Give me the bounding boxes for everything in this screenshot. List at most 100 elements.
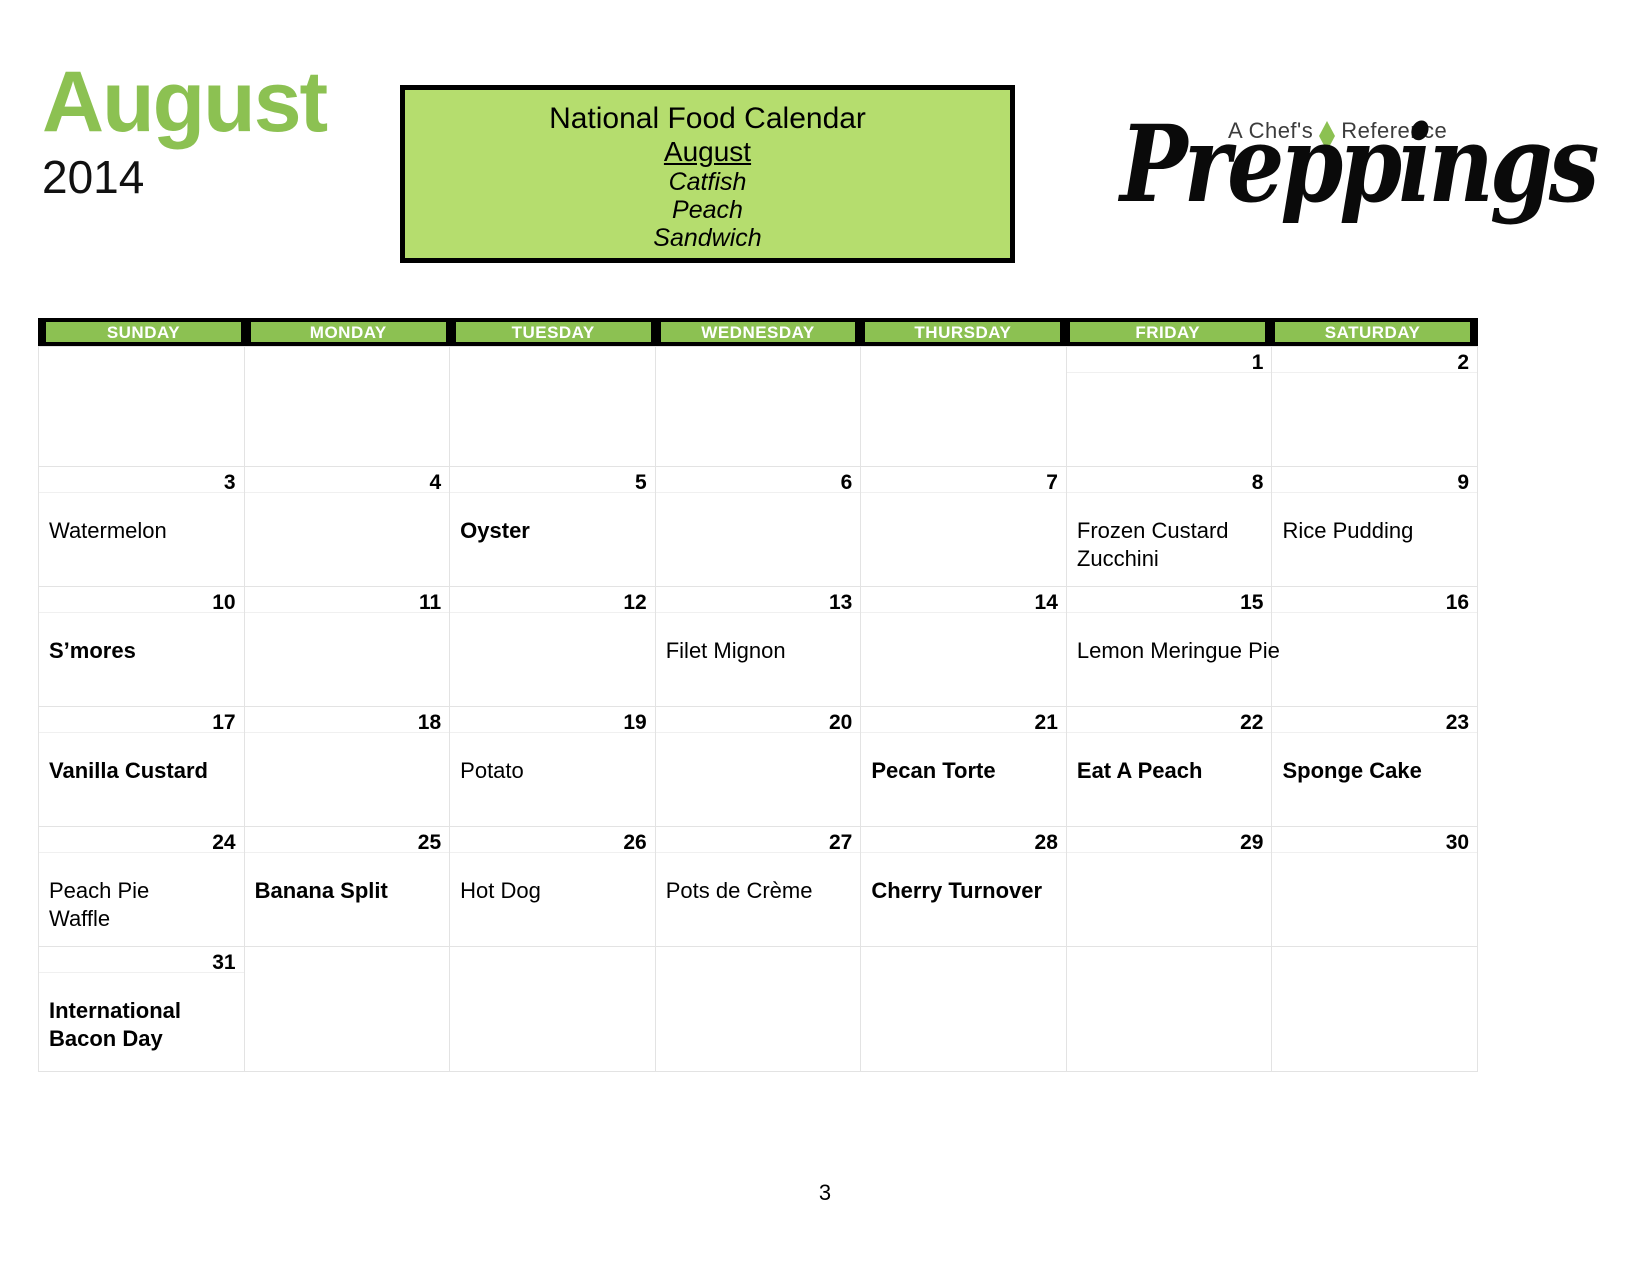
- day-cell-empty[interactable]: [450, 347, 656, 467]
- event-label: Eat A Peach: [1076, 758, 1203, 783]
- day-cell-empty[interactable]: [1066, 947, 1273, 1072]
- event-label: Banana Split: [254, 878, 388, 903]
- day-number: 21: [861, 707, 1066, 734]
- banner-title: National Food Calendar: [549, 102, 866, 135]
- day-number: 9: [1272, 467, 1478, 494]
- day-cell[interactable]: 19 Potato: [450, 707, 656, 827]
- day-cell[interactable]: 9 Rice Pudding: [1272, 467, 1479, 587]
- day-cell[interactable]: 12: [450, 587, 656, 707]
- title-block: August 2014: [42, 59, 382, 203]
- preppings-logo: A Chef's Reference Preppings: [1120, 80, 1599, 230]
- event-label: Frozen Custard: [1076, 518, 1229, 543]
- day-number: 31: [39, 947, 244, 974]
- day-number: 15: [1066, 587, 1272, 614]
- day-cell-empty[interactable]: [450, 947, 656, 1072]
- day-cell[interactable]: 22 Eat A Peach: [1066, 707, 1273, 827]
- day-events: [1067, 373, 1272, 397]
- day-cell[interactable]: 25 Banana Split: [244, 827, 451, 947]
- page-title-year: 2014: [42, 150, 145, 203]
- event-label: Peach Pie: [49, 878, 150, 903]
- day-cell[interactable]: 8 Frozen Custard Zucchini: [1066, 467, 1273, 587]
- day-cell[interactable]: 5 Oyster: [450, 467, 656, 587]
- event-label: Vanilla Custard: [49, 758, 208, 783]
- day-events: [1067, 853, 1272, 877]
- day-number: 2: [1272, 347, 1478, 374]
- day-cell[interactable]: 31 International Bacon Day: [39, 947, 245, 1072]
- day-events: Rice Pudding: [1272, 493, 1477, 545]
- day-cell[interactable]: 30: [1272, 827, 1479, 947]
- day-cell[interactable]: 2: [1272, 347, 1479, 467]
- event-label: Sponge Cake: [1282, 758, 1422, 783]
- day-events: [861, 973, 1066, 997]
- day-cell[interactable]: 18: [244, 707, 451, 827]
- day-cell-empty[interactable]: [861, 347, 1067, 467]
- event-label: International: [49, 998, 182, 1023]
- dow-friday: FRIDAY: [1069, 321, 1267, 343]
- day-of-week-header-row: SUNDAY MONDAY TUESDAY WEDNESDAY THURSDAY…: [38, 318, 1478, 346]
- day-cell[interactable]: 3 Watermelon: [39, 467, 245, 587]
- day-cell[interactable]: 27 Pots de Crème: [655, 827, 862, 947]
- banner-item-1: Catfish: [668, 167, 747, 196]
- event-label: Zucchini: [1076, 545, 1159, 571]
- day-events: [656, 373, 861, 397]
- day-cell-empty[interactable]: [1272, 947, 1479, 1072]
- dow-thursday: THURSDAY: [864, 321, 1062, 343]
- day-events: [656, 493, 861, 517]
- day-events: Pots de Crème: [656, 853, 861, 905]
- day-cell-empty[interactable]: [861, 947, 1067, 1072]
- day-cell[interactable]: 15 Lemon Meringue Pie: [1066, 587, 1280, 707]
- logo-wordmark: Preppings: [1120, 102, 1599, 228]
- day-cell[interactable]: 17 Vanilla Custard: [39, 707, 245, 827]
- day-number: 29: [1066, 827, 1272, 854]
- day-cell-empty[interactable]: [244, 947, 451, 1072]
- day-events: [656, 973, 861, 997]
- day-number: 14: [861, 587, 1066, 614]
- day-events: Oyster: [450, 493, 655, 545]
- day-number: 27: [655, 827, 861, 854]
- day-events: [245, 733, 450, 757]
- day-events: Sponge Cake: [1272, 733, 1477, 785]
- day-cell[interactable]: 14: [861, 587, 1067, 707]
- day-number: 1: [1066, 347, 1272, 374]
- page-header: August 2014 National Food Calendar Augus…: [0, 0, 1650, 263]
- day-cell[interactable]: 21 Pecan Torte: [861, 707, 1067, 827]
- day-events: [245, 373, 450, 397]
- day-cell[interactable]: 16: [1272, 587, 1479, 707]
- event-label: Watermelon: [49, 518, 167, 543]
- day-cell[interactable]: 4: [244, 467, 451, 587]
- event-label: Pecan Torte: [871, 758, 996, 783]
- day-cell[interactable]: 11: [244, 587, 451, 707]
- day-cell[interactable]: 20: [655, 707, 862, 827]
- day-events: [1272, 373, 1477, 397]
- day-number: 20: [655, 707, 861, 734]
- day-cell[interactable]: 24 Peach Pie Waffle: [39, 827, 245, 947]
- day-number: 25: [244, 827, 450, 854]
- day-events: [1272, 973, 1477, 997]
- day-cell[interactable]: 28 Cherry Turnover: [861, 827, 1067, 947]
- day-number: 7: [861, 467, 1066, 494]
- day-cell[interactable]: 13 Filet Mignon: [655, 587, 862, 707]
- day-cell[interactable]: 1: [1066, 347, 1273, 467]
- day-number: 30: [1272, 827, 1478, 854]
- day-number: 3: [39, 467, 244, 494]
- dow-monday: MONDAY: [249, 321, 447, 343]
- day-cell[interactable]: 23 Sponge Cake: [1272, 707, 1479, 827]
- day-cell-empty[interactable]: [655, 947, 862, 1072]
- day-events: [450, 373, 655, 397]
- calendar-banner: National Food Calendar August Catfish Pe…: [400, 85, 1015, 263]
- day-cell-empty[interactable]: [244, 347, 451, 467]
- calendar-week-row: 12: [39, 347, 1479, 467]
- day-cell[interactable]: 10 S’mores: [39, 587, 245, 707]
- day-cell[interactable]: 26 Hot Dog: [450, 827, 656, 947]
- day-cell[interactable]: 6: [655, 467, 862, 587]
- day-events: Vanilla Custard: [39, 733, 244, 785]
- day-cell-empty[interactable]: [655, 347, 862, 467]
- page-number: 3: [818, 1180, 832, 1205]
- day-events: Frozen Custard Zucchini: [1067, 493, 1272, 572]
- event-label: Hot Dog: [460, 878, 541, 903]
- day-cell[interactable]: 29: [1066, 827, 1273, 947]
- day-cell[interactable]: 7: [861, 467, 1067, 587]
- day-events: [861, 373, 1066, 397]
- event-label: Rice Pudding: [1282, 518, 1414, 543]
- day-cell-empty[interactable]: [39, 347, 245, 467]
